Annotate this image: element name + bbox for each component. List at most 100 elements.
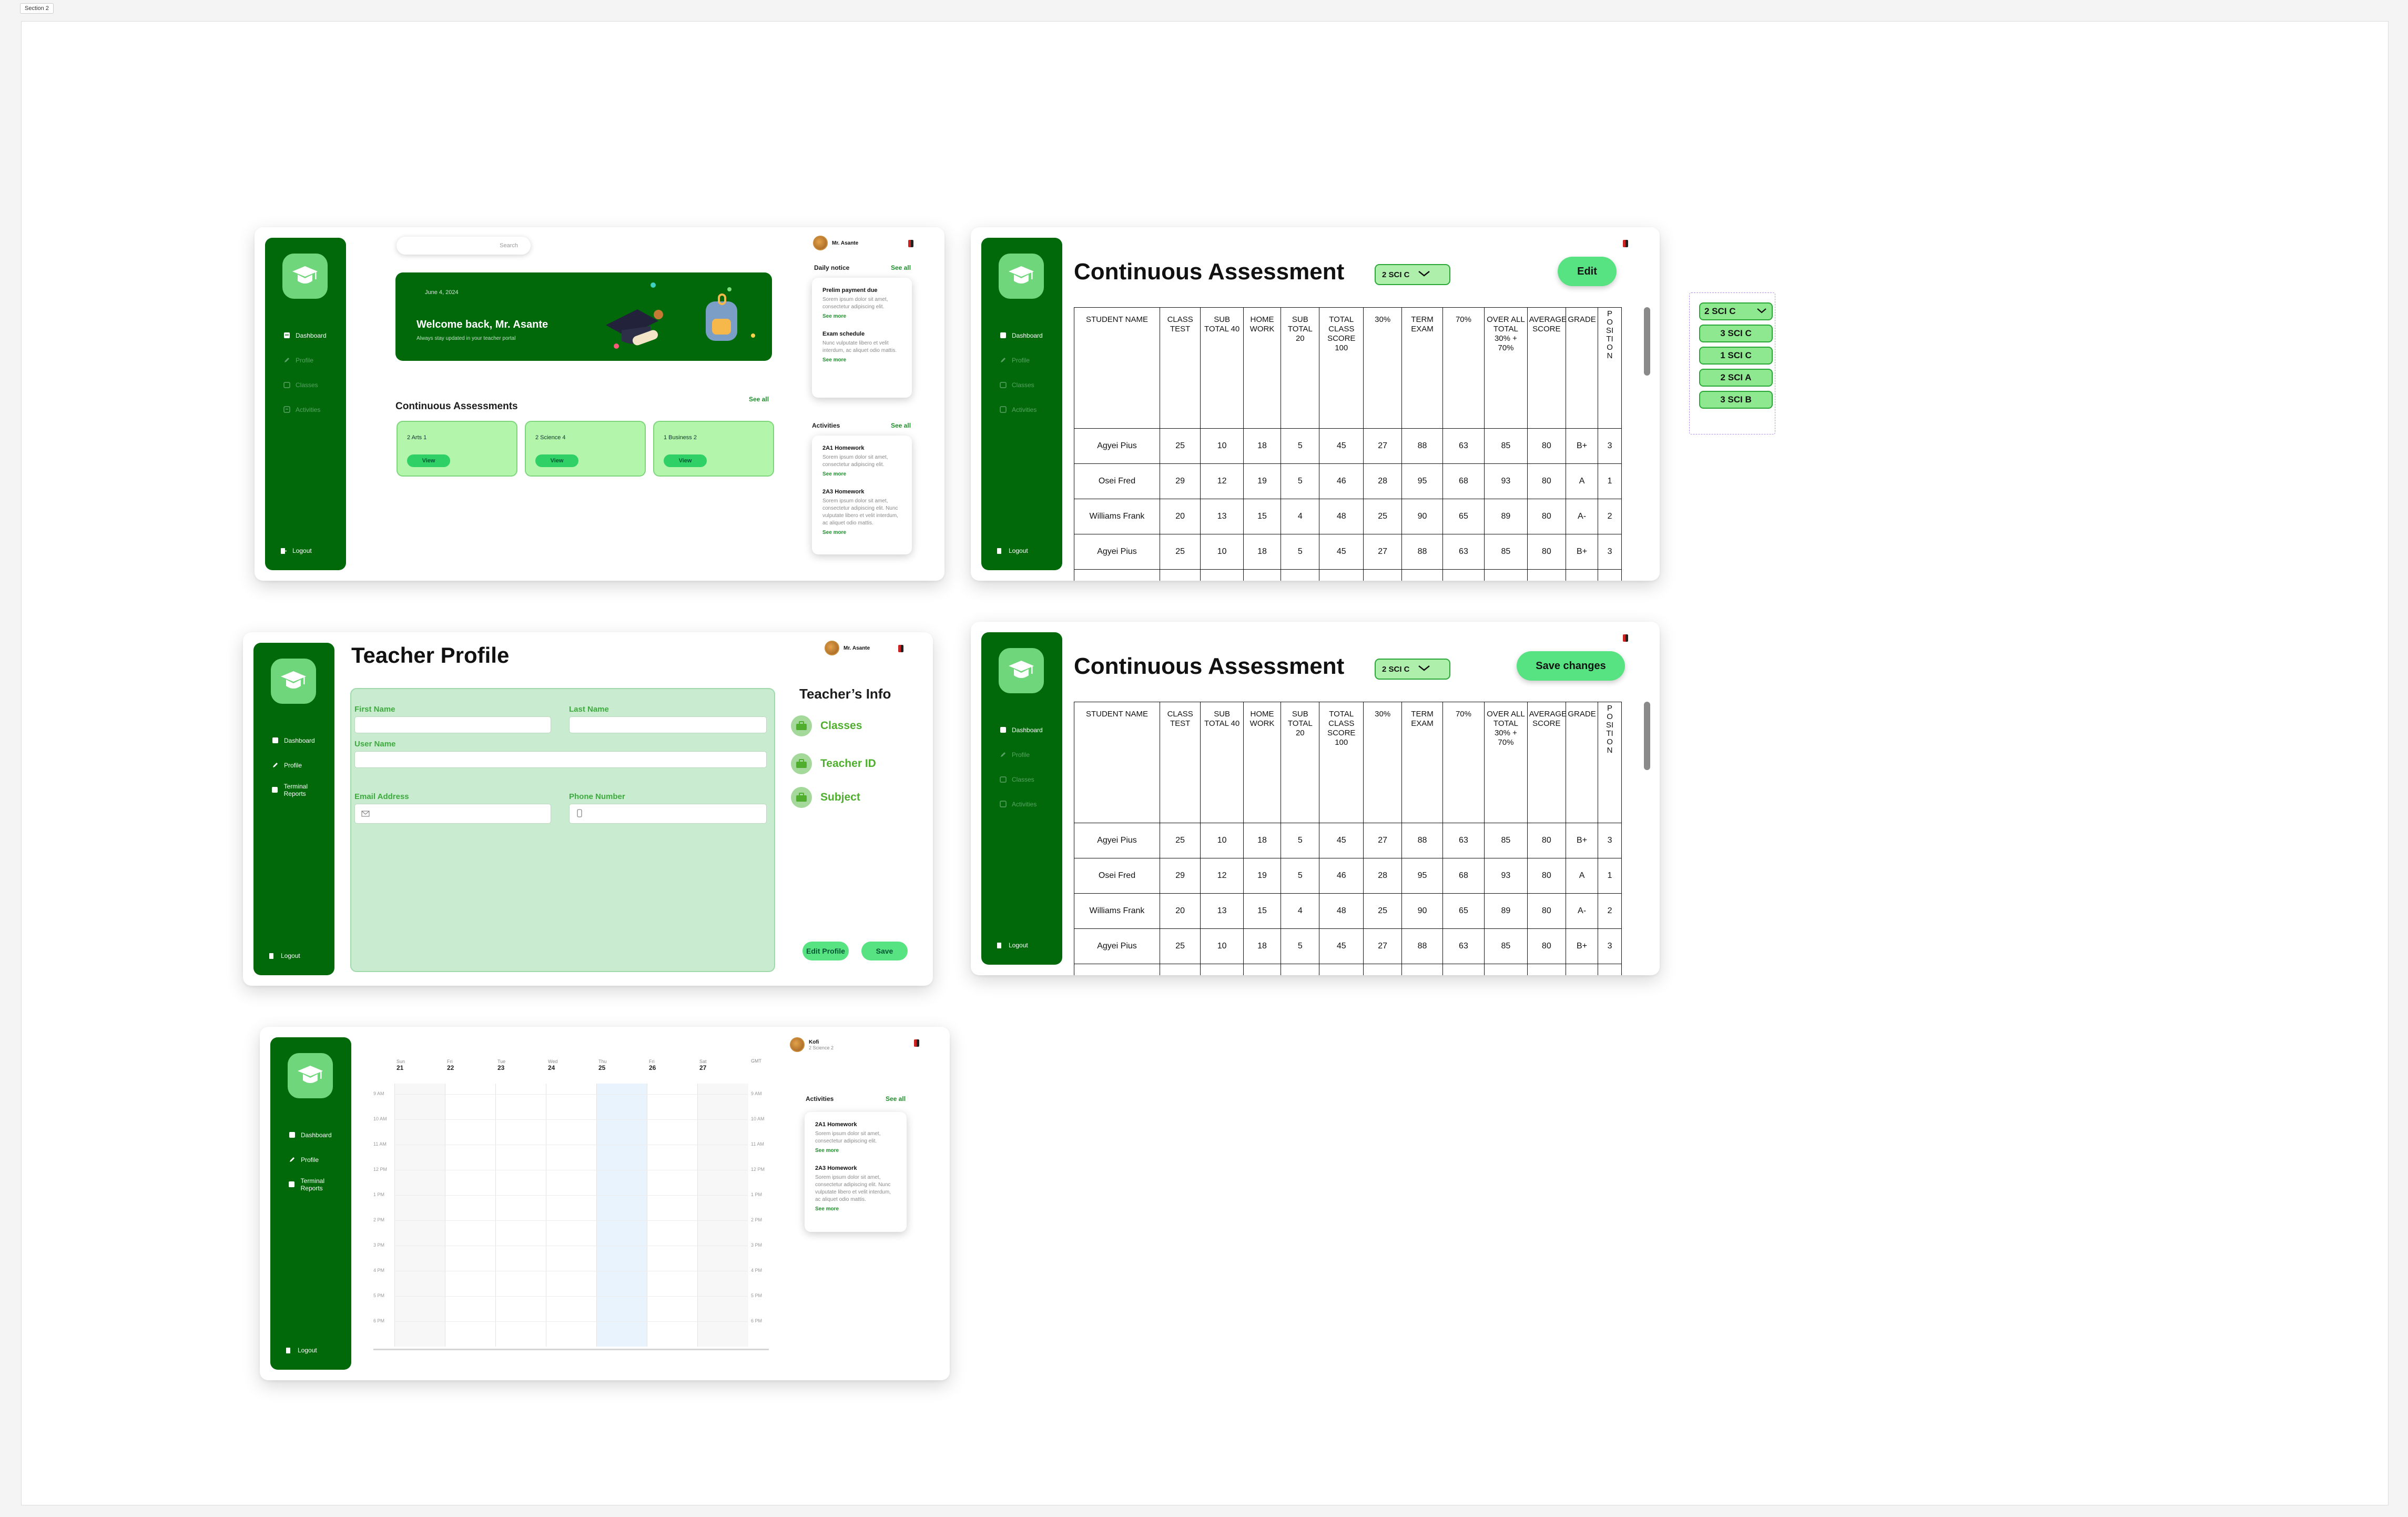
scrollbar[interactable]	[1644, 307, 1650, 376]
score-cell[interactable]: 95	[1401, 858, 1443, 894]
sidebar-item-profile[interactable]: Profile	[283, 348, 342, 372]
edit-profile-button[interactable]: Edit Profile	[802, 942, 849, 960]
score-cell[interactable]: 80	[1527, 928, 1566, 964]
day-column[interactable]	[697, 1084, 748, 1347]
assessment-card[interactable]: 1 Business 2 View	[653, 421, 774, 477]
score-cell[interactable]: 25	[1159, 928, 1201, 964]
score-cell[interactable]: 28	[1363, 858, 1403, 894]
save-button[interactable]: Save	[861, 942, 908, 960]
view-button[interactable]: View	[407, 454, 450, 467]
sidebar-item-classes[interactable]: Classes	[283, 372, 342, 397]
assessment-card[interactable]: 2 Arts 1 View	[397, 421, 517, 477]
day-column[interactable]	[546, 1084, 597, 1347]
day-header[interactable]: Sat 27	[699, 1058, 707, 1071]
assessments-see-all[interactable]: See all	[749, 396, 769, 403]
score-cell[interactable]: 3	[1598, 823, 1622, 858]
sidebar-item-activities[interactable]: Activities	[283, 397, 342, 422]
day-header[interactable]: Fri 22	[447, 1058, 454, 1071]
score-cell[interactable]: 45	[1319, 823, 1364, 858]
class-option[interactable]: 3 SCI B	[1699, 391, 1773, 409]
sidebar-item-dashboard[interactable]: Dashboard	[999, 323, 1058, 348]
score-cell[interactable]: 88	[1401, 823, 1443, 858]
score-cell[interactable]: 80	[1527, 858, 1566, 894]
class-option[interactable]: 2 SCI A	[1699, 369, 1773, 387]
see-more-link[interactable]: See more	[822, 471, 901, 477]
user-menu[interactable]: Mr. Asante	[825, 641, 870, 655]
day-column[interactable]	[445, 1084, 496, 1347]
scrollbar[interactable]	[1644, 702, 1650, 770]
save-changes-button[interactable]: Save changes	[1517, 651, 1625, 681]
score-cell[interactable]: 85	[1484, 823, 1528, 858]
score-cell[interactable]: 5	[1281, 823, 1320, 858]
score-cell[interactable]: 63	[1442, 823, 1485, 858]
flag-icon[interactable]	[1623, 240, 1628, 247]
score-cell[interactable]: A	[1565, 858, 1599, 894]
day-column[interactable]	[596, 1084, 647, 1347]
see-more-link[interactable]: See more	[822, 313, 901, 319]
first-name-field[interactable]	[354, 716, 551, 733]
score-cell[interactable]: 29	[1159, 964, 1201, 975]
score-cell[interactable]: A-	[1565, 893, 1599, 929]
sidebar-item-dashboard[interactable]: Dashboard	[288, 1122, 347, 1147]
class-option[interactable]: 1 SCI C	[1699, 347, 1773, 365]
score-cell[interactable]: 68	[1442, 964, 1485, 975]
score-cell[interactable]: 80	[1527, 964, 1566, 975]
score-cell[interactable]: 3	[1598, 928, 1622, 964]
sidebar-item-classes[interactable]: Classes	[999, 767, 1058, 792]
score-cell[interactable]: 10	[1200, 823, 1244, 858]
score-cell[interactable]: B+	[1565, 823, 1599, 858]
graduation-cap-icon[interactable]	[999, 648, 1044, 693]
last-name-field[interactable]	[569, 716, 767, 733]
score-cell[interactable]: 12	[1200, 858, 1244, 894]
flag-icon[interactable]	[1623, 634, 1628, 642]
day-header[interactable]: Wed 24	[548, 1058, 557, 1071]
user-menu[interactable]: Mr. Asante	[813, 236, 858, 250]
graduation-cap-icon[interactable]	[288, 1053, 333, 1098]
score-cell[interactable]: 48	[1319, 893, 1364, 929]
score-cell[interactable]: 28	[1363, 964, 1403, 975]
assessment-card[interactable]: 2 Science 4 View	[525, 421, 646, 477]
see-more-link[interactable]: See more	[815, 1148, 896, 1154]
phone-field[interactable]	[569, 804, 767, 824]
score-cell[interactable]: 85	[1484, 928, 1528, 964]
logout-button[interactable]: Logout	[996, 547, 1028, 554]
sidebar-item-profile[interactable]: Profile	[999, 348, 1058, 372]
sidebar-item-terminal-reports[interactable]: Terminal Reports	[271, 777, 330, 802]
sidebar-item-dashboard[interactable]: Dashboard	[999, 717, 1058, 742]
see-more-link[interactable]: See more	[815, 1206, 896, 1212]
sidebar-item-dashboard[interactable]: Dashboard	[271, 728, 330, 753]
score-cell[interactable]: 15	[1243, 893, 1282, 929]
flag-icon[interactable]	[908, 240, 913, 247]
score-cell[interactable]: 93	[1484, 964, 1528, 975]
day-header[interactable]: Tue 23	[497, 1058, 505, 1071]
activities-see-all[interactable]: See all	[886, 1095, 906, 1103]
score-cell[interactable]: 68	[1442, 858, 1485, 894]
score-cell[interactable]: 19	[1243, 858, 1282, 894]
day-column[interactable]	[647, 1084, 698, 1347]
score-cell[interactable]: 18	[1243, 928, 1282, 964]
flag-icon[interactable]	[898, 645, 903, 652]
score-cell[interactable]: 25	[1363, 893, 1403, 929]
sidebar-item-profile[interactable]: Profile	[271, 753, 330, 777]
user-menu[interactable]: Kofi 2 Science 2	[790, 1037, 834, 1052]
sidebar-item-terminal-reports[interactable]: Terminal Reports	[288, 1172, 347, 1197]
sidebar-item-activities[interactable]: Activities	[999, 397, 1058, 422]
view-button[interactable]: View	[535, 454, 578, 467]
sidebar-item-activities[interactable]: Activities	[999, 792, 1058, 816]
score-cell[interactable]: 93	[1484, 858, 1528, 894]
score-cell[interactable]: 4	[1281, 893, 1320, 929]
edit-button[interactable]: Edit	[1558, 257, 1617, 286]
class-option[interactable]: 3 SCI C	[1699, 325, 1773, 342]
see-more-link[interactable]: See more	[822, 357, 901, 363]
sidebar-item-profile[interactable]: Profile	[999, 742, 1058, 767]
graduation-cap-icon[interactable]	[282, 254, 328, 299]
logout-button[interactable]: Logout	[285, 1347, 317, 1354]
score-cell[interactable]: 25	[1159, 823, 1201, 858]
day-header[interactable]: Fri 26	[649, 1058, 656, 1071]
score-cell[interactable]: 20	[1159, 893, 1201, 929]
graduation-cap-icon[interactable]	[999, 254, 1044, 299]
activities-see-all[interactable]: See all	[891, 422, 911, 429]
score-cell[interactable]: 63	[1442, 928, 1485, 964]
user-name-field[interactable]	[354, 751, 767, 768]
score-cell[interactable]: 45	[1319, 928, 1364, 964]
